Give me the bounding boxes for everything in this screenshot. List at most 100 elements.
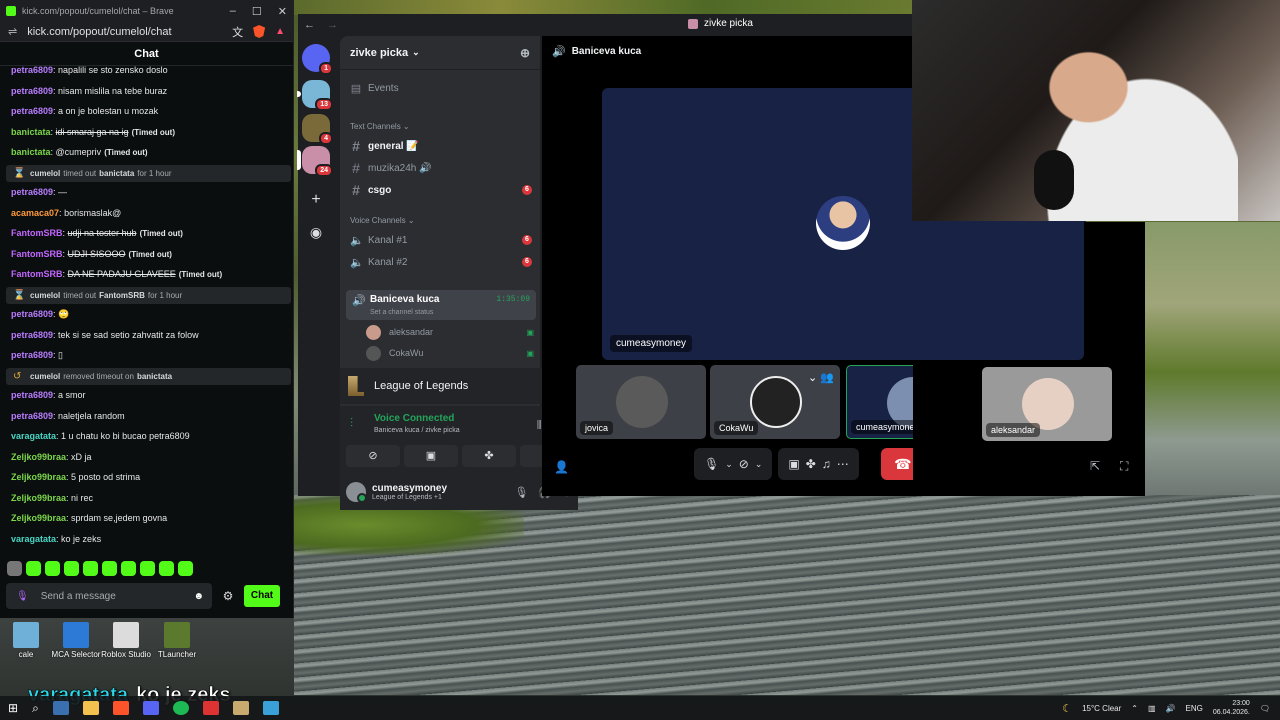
search-icon[interactable]: ⌕ xyxy=(32,701,39,716)
chat-message[interactable]: acamaca07: borismaslak@ xyxy=(11,208,285,218)
brave-rewards-icon[interactable]: ▲ xyxy=(275,26,285,37)
vc-user-cokawu[interactable]: CokaWu ▣ xyxy=(366,343,534,363)
category-text-channels[interactable]: Text Channels ⌄ xyxy=(350,122,410,131)
chat-username[interactable]: Zeljko99braa xyxy=(11,452,66,462)
voice-connected-label[interactable]: Voice Connected xyxy=(374,413,454,424)
chat-message[interactable]: petra6809: 🙄 xyxy=(11,310,285,319)
chat-message[interactable]: FantomSRB: DA NE PADAJU GLAVEEE (Timed ou… xyxy=(11,270,285,280)
participant-tile-jovica[interactable]: jovica xyxy=(576,365,706,439)
emote-icon[interactable] xyxy=(26,561,41,576)
chat-username[interactable]: acamaca07 xyxy=(11,208,59,218)
chat-message[interactable]: petra6809: — xyxy=(11,188,285,197)
participant-tile-cokawu[interactable]: CokaWu ⌄ 👥 xyxy=(710,365,840,439)
category-label[interactable]: Text Channels xyxy=(350,122,401,131)
tray-overflow-icon[interactable]: ⌃ xyxy=(1131,704,1138,713)
voice-channel-kanal-1[interactable]: 🔈 Kanal #1 6 xyxy=(346,230,536,250)
chat-username[interactable]: banictata xyxy=(11,127,51,137)
share-controls[interactable]: ▣ ✤ ♫ ⋯ xyxy=(778,448,859,480)
volume-icon[interactable]: 🔊 xyxy=(1166,704,1176,713)
activities-button[interactable]: ✤ xyxy=(462,445,516,467)
forward-icon[interactable]: → xyxy=(327,19,338,31)
invite-people-icon[interactable]: ⊕ xyxy=(520,46,530,60)
events-item[interactable]: ▤ Events xyxy=(346,78,536,98)
brave-icon[interactable] xyxy=(112,701,129,715)
screen-share-icon[interactable]: ▣ xyxy=(788,457,799,471)
popout-icon[interactable]: ⇱ xyxy=(1090,459,1100,473)
active-vc-name[interactable]: Baniceva kuca xyxy=(370,294,440,305)
chat-username[interactable]: FantomSRB xyxy=(11,228,63,238)
system-target[interactable]: banictata xyxy=(99,169,134,178)
chat-input-placeholder[interactable]: Send a message xyxy=(41,591,116,602)
maximize-icon[interactable]: ☐ xyxy=(252,5,262,18)
participant-tile-aleksandar[interactable]: aleksandar xyxy=(982,367,1112,441)
send-chat-button[interactable]: Chat xyxy=(244,585,280,607)
address-bar[interactable]: ⇌ kick.com/popout/cumelol/chat 文 ▲ xyxy=(0,22,293,42)
chat-username[interactable]: varagatata xyxy=(11,431,56,441)
active-voice-channel[interactable]: 🔊 Baniceva kuca Set a channel status 1:3… xyxy=(346,290,536,320)
channel-label[interactable]: csgo xyxy=(368,185,391,196)
spotify-icon[interactable] xyxy=(172,701,189,715)
discord-icon[interactable] xyxy=(142,701,159,715)
chat-username[interactable]: petra6809 xyxy=(11,106,53,116)
channel-label[interactable]: general 📝 xyxy=(368,141,419,152)
emote-icon[interactable] xyxy=(64,561,79,576)
events-label[interactable]: Events xyxy=(368,83,399,94)
chat-message[interactable]: Zeljko99braa: sprdam se,jedem govna xyxy=(11,514,285,523)
chat-message[interactable]: FantomSRB: udji na toster hub (Timed out) xyxy=(11,228,285,239)
channel-label[interactable]: Kanal #1 xyxy=(368,235,407,246)
chat-message[interactable]: Zeljko99braa: xD ja xyxy=(11,452,285,462)
set-status-link[interactable]: Set a channel status xyxy=(370,309,433,316)
server-name[interactable]: zivke picka xyxy=(350,47,408,59)
server-icon[interactable]: 13 xyxy=(297,80,333,111)
vc-user-aleksandar[interactable]: aleksandar ▣ xyxy=(366,322,534,342)
desktop-icon-cale[interactable]: cale xyxy=(0,622,52,660)
chat-message[interactable]: varagatata: ko je zeks xyxy=(11,534,285,544)
server-header[interactable]: zivke picka ⌄ ⊕ xyxy=(340,36,540,70)
language-indicator[interactable]: ENG xyxy=(1186,704,1203,713)
more-icon[interactable]: ⋯ xyxy=(837,457,849,471)
chat-messages[interactable]: petra6809: napalili se sto zensko doslo p… xyxy=(0,66,293,552)
chat-message[interactable]: petra6809: ▯ xyxy=(11,351,285,360)
chat-username[interactable]: Zeljko99braa xyxy=(11,472,66,482)
vc-user-name[interactable]: aleksandar xyxy=(389,327,433,337)
emote-icon[interactable] xyxy=(121,561,136,576)
chat-username[interactable]: petra6809 xyxy=(11,309,53,319)
microphone-icon[interactable]: 🎙 xyxy=(514,486,528,499)
chat-message[interactable]: petra6809: napalili se sto zensko doslo xyxy=(11,66,285,75)
network-icon[interactable]: ▥ xyxy=(1148,704,1156,713)
system-actor[interactable]: cumelol xyxy=(30,372,60,381)
close-icon[interactable]: ✕ xyxy=(278,5,287,18)
taskview-icon[interactable] xyxy=(52,701,69,715)
chat-username[interactable]: petra6809 xyxy=(11,411,53,421)
chat-message[interactable]: FantomSRB: UDJI SISOOO (Timed out) xyxy=(11,249,285,259)
chat-username[interactable]: petra6809 xyxy=(11,187,53,197)
url-text[interactable]: kick.com/popout/cumelol/chat xyxy=(27,26,171,38)
chevron-down-icon[interactable]: ⌄ xyxy=(412,47,420,58)
chat-message[interactable]: petra6809: a smor xyxy=(11,391,285,400)
system-target[interactable]: banictata xyxy=(137,372,172,381)
system-actor[interactable]: cumelol xyxy=(30,169,60,178)
explorer-icon[interactable] xyxy=(82,701,99,715)
chat-username[interactable]: Zeljko99braa xyxy=(11,493,66,503)
back-icon[interactable]: ← xyxy=(304,19,315,31)
chevron-down-icon[interactable]: ⌄ xyxy=(725,459,733,470)
chat-username[interactable]: petra6809 xyxy=(11,390,53,400)
noise-suppression-icon[interactable]: ⫼ xyxy=(537,420,542,431)
desktop-icon-roblox-studio[interactable]: Roblox Studio xyxy=(100,622,152,660)
camera-off-icon[interactable]: ⊘ xyxy=(739,457,749,471)
weather-icon[interactable]: ☾ xyxy=(1062,702,1072,715)
emote-icon[interactable] xyxy=(83,561,98,576)
voice-channel-kanal-2[interactable]: 🔈 Kanal #2 6 xyxy=(346,252,536,272)
vc-user-name[interactable]: CokaWu xyxy=(389,348,423,358)
emoji-icon[interactable]: ☻ xyxy=(193,591,204,602)
minimize-icon[interactable]: – xyxy=(230,5,236,18)
chat-username[interactable]: petra6809 xyxy=(11,330,53,340)
chat-settings-icon[interactable]: ⚙ xyxy=(218,589,238,603)
channel-csgo[interactable]: # csgo 6 xyxy=(346,180,536,200)
server-icon-selected[interactable]: 24 xyxy=(297,146,333,177)
chat-input[interactable]: 🎙 Send a message ☻ xyxy=(6,583,212,609)
mic-icon[interactable]: 🎙 xyxy=(16,591,29,602)
league-client-icon[interactable] xyxy=(232,701,249,715)
activities-icon[interactable]: ✤ xyxy=(806,457,816,471)
category-label[interactable]: Voice Channels xyxy=(350,216,406,225)
